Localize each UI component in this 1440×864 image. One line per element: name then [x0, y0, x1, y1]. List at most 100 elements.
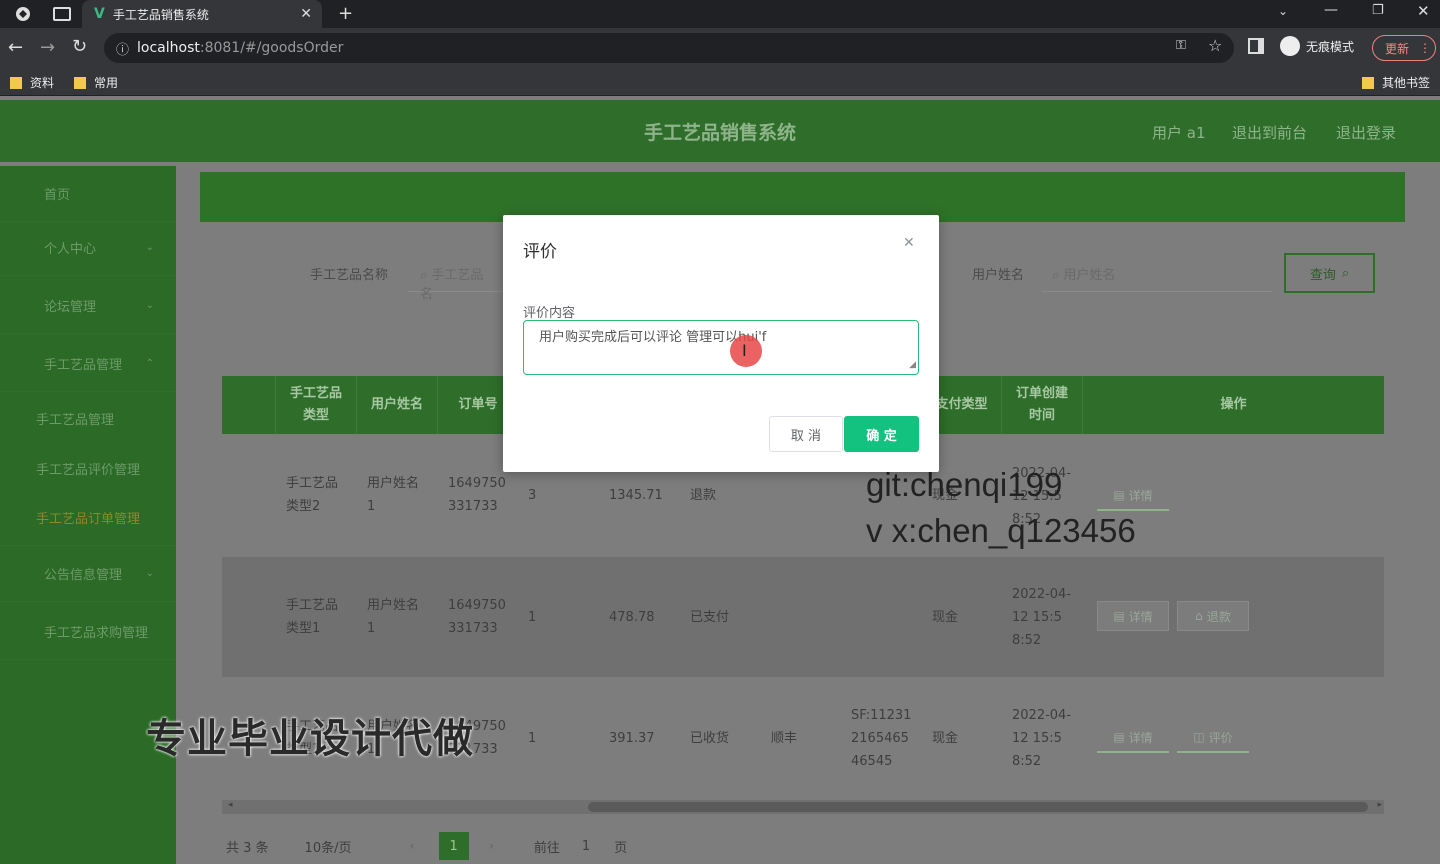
tab-list-icon[interactable]: ⌄	[1278, 4, 1288, 18]
cancel-button[interactable]: 取 消	[769, 416, 843, 452]
scroll-right-icon[interactable]: ▸	[1377, 800, 1382, 810]
search-name-label: 手工艺品名称	[310, 268, 389, 283]
search-icon: ⌕	[420, 268, 428, 283]
goto-page-input[interactable]: 1	[582, 839, 590, 854]
cell-price: 391.37	[609, 731, 655, 746]
sidebar-item-profile[interactable]: 个人中心 ⌄	[0, 220, 176, 276]
dialog-title: 评价	[523, 242, 557, 262]
folder-icon	[74, 76, 86, 89]
resize-handle-icon[interactable]: ◢	[909, 356, 916, 374]
pagination-total: 共 3 条	[226, 840, 269, 856]
text-cursor-icon: I	[742, 341, 747, 360]
cell-order-no: 1649750331733	[448, 476, 506, 514]
chevron-up-icon: ⌃	[145, 358, 154, 369]
sidebar-item-notices[interactable]: 公告信息管理 ⌄	[0, 546, 176, 602]
search-icon: ⌕	[1341, 265, 1350, 281]
sidebar-subitem-goods[interactable]: 手工艺品管理	[0, 390, 176, 446]
page-number-current[interactable]: 1	[438, 832, 469, 860]
bookmark-label: 资料	[30, 76, 55, 90]
sidebar-item-label: 手工艺品求购管理	[44, 626, 149, 641]
tab-search-icon[interactable]	[52, 6, 72, 22]
active-tab[interactable]: V 手工艺品销售系统 ✕	[82, 0, 322, 28]
site-info-icon[interactable]: ⓘ	[116, 39, 129, 58]
site-title: 手工艺品销售系统	[643, 122, 796, 144]
back-icon[interactable]: ←	[8, 37, 23, 58]
cell-qty: 3	[528, 488, 537, 503]
detail-button[interactable]: ▤ 详情	[1097, 601, 1169, 631]
password-key-icon[interactable]: ⚿	[1176, 38, 1186, 53]
cell-pay: 现金	[932, 731, 959, 746]
query-button[interactable]: 查询 ⌕	[1284, 253, 1375, 293]
cell-pay: 现金	[932, 610, 959, 625]
goto-suffix: 页	[614, 840, 628, 856]
scrollbar-thumb[interactable]	[588, 802, 1368, 812]
search-user-input[interactable]: ⌕ 用户姓名	[1042, 256, 1272, 292]
sidebar-item-requests[interactable]: 手工艺品求购管理	[0, 604, 176, 660]
sidebar-subitem-orders[interactable]: 手工艺品订单管理	[0, 490, 176, 546]
tab-close-icon[interactable]: ✕	[300, 6, 312, 22]
cell-courier: 顺丰	[771, 731, 798, 746]
browser-tab-strip: V 手工艺品销售系统 ✕ + ⌄ — ❐ ✕	[0, 0, 1440, 28]
chevron-down-icon: ⌄	[145, 242, 154, 253]
incognito-indicator[interactable]: 无痕模式	[1280, 36, 1354, 56]
dialog-close-icon[interactable]: ✕	[903, 235, 915, 251]
forward-icon[interactable]: →	[40, 37, 55, 58]
horizontal-scrollbar[interactable]: ◂ ▸	[222, 800, 1384, 814]
table-row: 手工艺品类型1 用户姓名1 1649750331733 1 478.78 已支付…	[222, 557, 1384, 677]
sidebar-item-label: 手工艺品管理	[44, 358, 123, 373]
bookmark-folder-2[interactable]: 常用	[74, 74, 118, 91]
prev-page-icon[interactable]: ‹	[409, 839, 414, 854]
sidebar-item-label: 个人中心	[44, 242, 97, 257]
detail-button[interactable]: ▤ 详情	[1097, 723, 1169, 753]
sidebar-item-forum[interactable]: 论坛管理 ⌄	[0, 278, 176, 334]
other-bookmarks[interactable]: 其他书签	[1362, 74, 1430, 91]
close-window-icon[interactable]: ✕	[1417, 2, 1430, 20]
new-tab-icon[interactable]: +	[338, 3, 353, 24]
restore-icon[interactable]: ❐	[1372, 3, 1384, 18]
sidebar-item-label: 公告信息管理	[44, 568, 123, 583]
sidebar-item-label: 首页	[44, 188, 71, 203]
sidebar-item-goods[interactable]: 手工艺品管理 ⌃	[0, 336, 176, 392]
sidebar-item-label: 手工艺品评价管理	[36, 462, 141, 478]
sidebar-subitem-reviews[interactable]: 手工艺品评价管理	[0, 440, 176, 496]
confirm-button[interactable]: 确 定	[844, 416, 919, 452]
refund-button[interactable]: ⌂ 退款	[1177, 601, 1249, 631]
ad-banner-text: 专业毕业设计代做	[146, 716, 474, 762]
browser-menu-icon[interactable]	[14, 5, 32, 23]
bookmark-star-icon[interactable]: ☆	[1208, 36, 1222, 55]
pagination: 共 3 条 10条/页 ‹ 1 › 前往 1 页	[226, 832, 627, 860]
back-to-front-link[interactable]: 退出到前台	[1232, 122, 1307, 143]
address-bar[interactable]: ⓘ localhost:8081/#/goodsOrder	[104, 33, 1234, 63]
top-nav: 手工艺品销售系统 用户 a1 退出到前台 退出登录	[0, 100, 1440, 162]
sidebar-item-label: 论坛管理	[44, 300, 97, 315]
review-content-label: 评价内容	[523, 306, 576, 321]
next-page-icon[interactable]: ›	[489, 839, 494, 854]
refund-label: 退款	[1206, 609, 1231, 624]
cancel-label: 取 消	[790, 428, 822, 444]
bookmark-folder-1[interactable]: 资料	[10, 74, 54, 91]
sidebar-item-label: 手工艺品管理	[36, 412, 115, 428]
url-path: :8081/#/goodsOrder	[199, 40, 344, 56]
cell-status: 已收货	[690, 731, 730, 746]
search-name-input[interactable]: ⌕ 手工艺品名	[408, 256, 508, 302]
goto-label: 前往	[533, 840, 560, 856]
scroll-left-icon[interactable]: ◂	[228, 800, 233, 810]
reload-icon[interactable]: ↻	[72, 36, 87, 57]
sidebar-item-home[interactable]: 首页	[0, 166, 176, 222]
logout-link[interactable]: 退出登录	[1336, 122, 1396, 143]
cell-user: 用户姓名1	[367, 476, 420, 514]
other-bookmarks-label: 其他书签	[1382, 76, 1431, 90]
detail-label: 详情	[1128, 730, 1153, 745]
side-panel-icon[interactable]	[1248, 38, 1264, 54]
review-content-textarea[interactable]: 用户购买完成后可以评论 管理可以hui'f ◢	[523, 320, 919, 375]
bookmarks-bar: 资料 常用 其他书签	[0, 68, 1440, 96]
query-button-label: 查询	[1309, 267, 1336, 283]
incognito-icon	[1280, 36, 1300, 56]
minimize-icon[interactable]: —	[1324, 2, 1338, 18]
header-actions: 操作	[1220, 397, 1247, 412]
update-button[interactable]: 更新 ⋮	[1372, 35, 1436, 61]
more-menu-icon: ⋮	[1419, 41, 1432, 55]
sidebar-item-label: 手工艺品订单管理	[36, 512, 141, 527]
review-button[interactable]: ◫ 评价	[1177, 723, 1249, 753]
page-size-select[interactable]: 10条/页	[305, 837, 352, 856]
